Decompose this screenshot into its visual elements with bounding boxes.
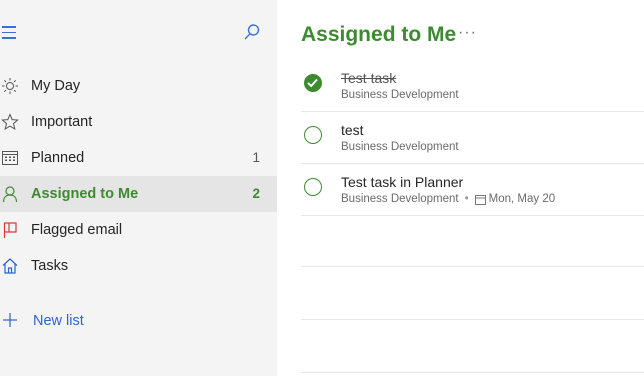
sidebar-item-label: Important — [31, 114, 93, 130]
home-icon — [0, 256, 20, 276]
task-title: Test task in Planner — [341, 174, 464, 190]
task-subtitle: Business Development • Mon, May 20 — [341, 192, 555, 206]
task-title: test — [341, 122, 364, 138]
sidebar-item-count: 1 — [252, 150, 260, 165]
sidebar-item-important[interactable]: Important — [0, 104, 277, 140]
sidebar: My Day Important Planned 1 Assigned to M… — [0, 0, 277, 376]
plus-icon — [2, 312, 18, 328]
page-title: Assigned to Me — [301, 23, 457, 46]
task-item[interactable]: Test task Business Development — [301, 60, 644, 112]
sidebar-item-flagged-email[interactable]: Flagged email — [0, 212, 277, 248]
sidebar-item-tasks[interactable]: Tasks — [0, 248, 277, 284]
menu-icon[interactable] — [2, 26, 18, 40]
empty-row-divider — [301, 372, 644, 373]
new-list-label: New list — [33, 313, 84, 329]
task-complete-checkbox[interactable] — [304, 178, 322, 196]
checkmark-icon — [307, 78, 318, 88]
star-icon — [0, 112, 20, 132]
sidebar-item-label: Planned — [31, 150, 85, 166]
empty-row-divider — [301, 319, 644, 320]
task-item[interactable]: test Business Development — [301, 112, 644, 164]
sidebar-item-label: Flagged email — [31, 222, 123, 238]
separator-dot: • — [464, 193, 469, 205]
task-due-date: Mon, May 20 — [488, 193, 556, 205]
task-list-name: Business Development — [341, 193, 459, 205]
sidebar-item-label: My Day — [31, 78, 81, 94]
calendar-icon — [474, 194, 486, 205]
sidebar-item-label: Assigned to Me — [31, 186, 139, 202]
sidebar-item-label: Tasks — [31, 258, 69, 274]
new-list-button[interactable]: New list — [0, 303, 277, 339]
task-title: Test task — [341, 70, 397, 86]
task-complete-checkbox[interactable] — [304, 74, 322, 92]
person-icon — [0, 184, 20, 204]
sidebar-item-my-day[interactable]: My Day — [0, 68, 277, 104]
sun-icon — [0, 76, 20, 96]
calendar-icon — [0, 148, 20, 168]
task-complete-checkbox[interactable] — [304, 126, 322, 144]
sidebar-header — [0, 0, 277, 60]
task-list-name: Business Development — [341, 89, 459, 101]
task-subtitle: Business Development — [341, 140, 459, 154]
more-options-icon[interactable]: ··· — [458, 24, 480, 44]
empty-row-divider — [301, 266, 644, 267]
task-list-name: Business Development — [341, 141, 459, 153]
search-icon[interactable] — [243, 23, 263, 43]
task-item[interactable]: Test task in Planner Business Developmen… — [301, 164, 644, 216]
main-panel: Assigned to Me ··· Test task Business De… — [277, 0, 644, 376]
task-subtitle: Business Development — [341, 88, 459, 102]
flag-icon — [0, 220, 20, 240]
sidebar-item-assigned-to-me[interactable]: Assigned to Me 2 — [0, 176, 277, 212]
sidebar-item-count: 2 — [252, 186, 260, 201]
sidebar-item-planned[interactable]: Planned 1 — [0, 140, 277, 176]
